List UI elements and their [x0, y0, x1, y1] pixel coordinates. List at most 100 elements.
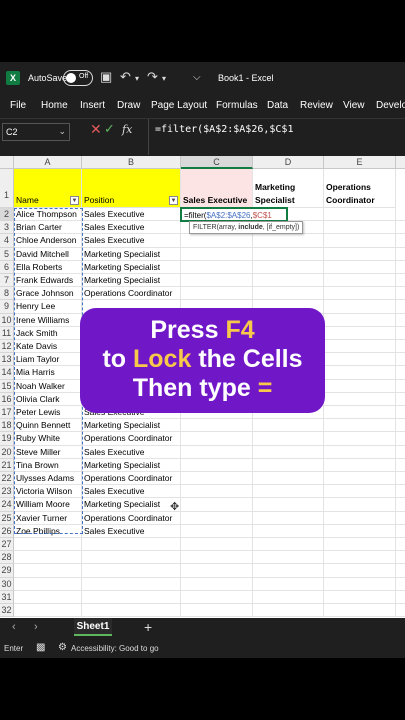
column-header-a[interactable]: A — [14, 156, 82, 169]
row-header[interactable]: 3 — [0, 221, 14, 235]
cell-empty[interactable] — [324, 260, 396, 274]
row-header[interactable]: 26 — [0, 524, 14, 538]
macro-record-icon[interactable]: ▩ — [36, 642, 45, 653]
cell-position[interactable]: Marketing Specialist — [82, 260, 181, 274]
cell-name[interactable] — [14, 590, 82, 604]
cell-empty[interactable] — [253, 419, 324, 433]
cell-empty[interactable] — [396, 512, 405, 525]
row-header[interactable]: 28 — [0, 551, 14, 565]
cell-c1[interactable]: Sales Executive — [181, 169, 253, 208]
row-header-1[interactable]: 1 — [0, 169, 14, 208]
row-header[interactable]: 18 — [0, 419, 14, 433]
cell-position[interactable] — [82, 538, 181, 552]
name-box[interactable]: C2 ⌄ — [2, 123, 70, 141]
column-header-c[interactable]: C — [181, 156, 253, 169]
cell-empty[interactable] — [324, 300, 396, 314]
cell-empty[interactable] — [396, 221, 405, 235]
cell-empty[interactable] — [324, 538, 396, 552]
row-header[interactable]: 2 — [0, 208, 14, 222]
row-header[interactable]: 16 — [0, 392, 14, 406]
header-cell-name[interactable]: Name ▼ — [14, 169, 82, 208]
cell-position[interactable]: Marketing Specialist — [82, 274, 181, 288]
cell-empty[interactable] — [253, 274, 324, 288]
cell-empty[interactable] — [181, 590, 253, 604]
customize-toolbar-icon[interactable]: ⌵ — [193, 72, 201, 83]
cell-empty[interactable] — [253, 432, 324, 446]
column-header-d[interactable]: D — [253, 156, 324, 169]
cell-empty[interactable] — [181, 432, 253, 446]
tab-draw[interactable]: Draw — [117, 100, 140, 111]
cell-empty[interactable] — [181, 577, 253, 591]
cell-empty[interactable] — [181, 287, 253, 301]
cell-empty[interactable] — [324, 313, 396, 327]
cell-empty[interactable] — [396, 393, 405, 406]
cell-empty[interactable] — [253, 234, 324, 248]
cell-empty[interactable] — [324, 234, 396, 248]
cell-empty[interactable] — [181, 445, 253, 459]
row-header[interactable]: 22 — [0, 472, 14, 486]
cell-position[interactable]: Sales Executive — [82, 234, 181, 248]
cell-position[interactable] — [82, 604, 181, 618]
column-header-b[interactable]: B — [82, 156, 181, 169]
cell-empty[interactable] — [253, 260, 324, 274]
row-header[interactable]: 27 — [0, 538, 14, 552]
cell-empty[interactable] — [253, 551, 324, 565]
accessibility-status[interactable]: Accessibility: Good to go — [71, 644, 159, 653]
row-header[interactable]: 30 — [0, 577, 14, 591]
cell-e1[interactable]: Operations Coordinator — [324, 169, 396, 208]
cell-empty[interactable] — [396, 287, 405, 301]
cell-empty[interactable] — [396, 261, 405, 274]
cell-empty[interactable] — [253, 524, 324, 538]
column-header-f[interactable] — [396, 156, 405, 169]
cell-empty[interactable] — [324, 392, 396, 406]
cell-empty[interactable] — [324, 524, 396, 538]
cell-empty[interactable] — [324, 577, 396, 591]
cell-empty[interactable] — [396, 432, 405, 446]
cell-position[interactable]: Sales Executive — [82, 221, 181, 235]
cancel-icon[interactable]: ✕ — [90, 121, 102, 138]
row-header[interactable]: 24 — [0, 498, 14, 512]
cell-empty[interactable] — [396, 498, 405, 512]
cell-empty[interactable] — [324, 353, 396, 367]
cell-position[interactable] — [82, 577, 181, 591]
tab-page-layout[interactable]: Page Layout — [151, 100, 207, 111]
row-header[interactable]: 7 — [0, 274, 14, 288]
cell-position[interactable] — [82, 564, 181, 578]
undo-icon[interactable]: ↶ — [120, 69, 131, 85]
filter-dropdown-icon[interactable]: ▼ — [70, 196, 79, 205]
cell-empty[interactable] — [253, 445, 324, 459]
redo-icon[interactable]: ↷ — [147, 69, 158, 85]
row-header[interactable]: 14 — [0, 366, 14, 380]
tab-data[interactable]: Data — [267, 100, 288, 111]
cell-empty[interactable] — [181, 260, 253, 274]
cell-position[interactable]: Operations Coordinator — [82, 511, 181, 525]
cell-position[interactable]: Marketing Specialist — [82, 247, 181, 261]
cell-empty[interactable] — [253, 604, 324, 618]
cell-empty[interactable] — [324, 379, 396, 393]
filter-dropdown-icon[interactable]: ▼ — [169, 196, 178, 205]
row-header[interactable]: 6 — [0, 260, 14, 274]
redo-dropdown-icon[interactable]: ▾ — [162, 74, 166, 83]
cell-empty[interactable] — [396, 538, 405, 552]
cell-name[interactable] — [14, 551, 82, 565]
cell-empty[interactable] — [253, 485, 324, 499]
cell-empty[interactable] — [324, 432, 396, 446]
cell-empty[interactable] — [396, 419, 405, 433]
accessibility-icon[interactable]: ⚙ — [58, 642, 67, 653]
cell-position[interactable]: Sales Executive — [82, 524, 181, 538]
cell-empty[interactable] — [396, 485, 405, 499]
cell-name[interactable] — [14, 564, 82, 578]
row-header[interactable]: 31 — [0, 590, 14, 604]
cell-empty[interactable] — [181, 564, 253, 578]
cell-empty[interactable] — [396, 353, 405, 367]
cell-empty[interactable] — [396, 314, 405, 327]
sheet-tab-sheet1[interactable]: Sheet1 — [74, 618, 112, 636]
tab-developer[interactable]: Develo — [376, 100, 405, 111]
cell-empty[interactable] — [396, 604, 405, 618]
cell-empty[interactable] — [181, 485, 253, 499]
cell-empty[interactable] — [396, 274, 405, 288]
cell-empty[interactable] — [324, 445, 396, 459]
cell-position[interactable] — [82, 590, 181, 604]
enter-check-icon[interactable]: ✓ — [104, 121, 115, 137]
cell-empty[interactable] — [396, 300, 405, 314]
